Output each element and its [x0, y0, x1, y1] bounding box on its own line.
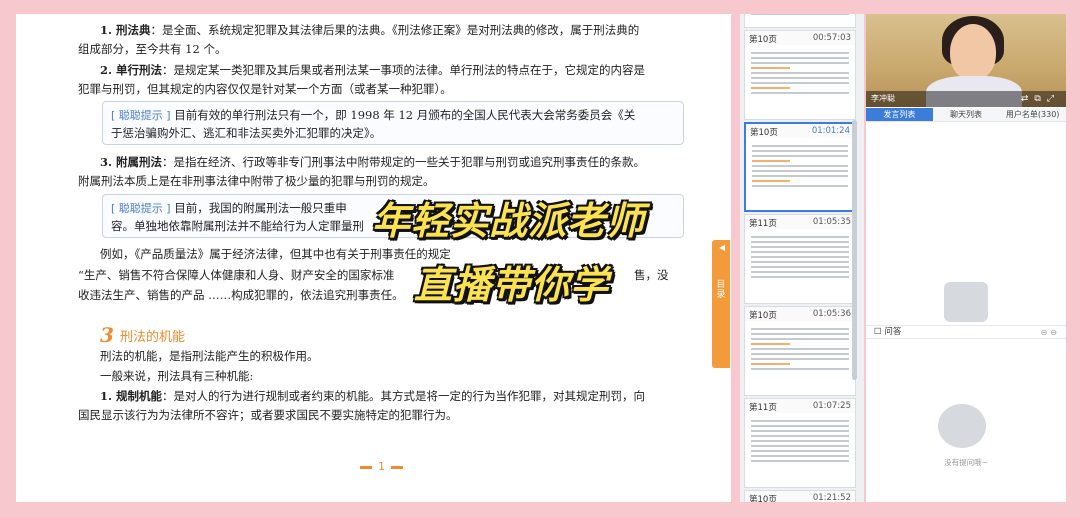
thumbnail-time: 00:57:03 — [812, 33, 851, 43]
empty-speakers-icon — [944, 282, 988, 322]
thumbnail-time: 01:01:24 — [811, 126, 850, 136]
popout-icon[interactable]: ⧉ — [1034, 94, 1046, 104]
thumbnail-page: 第10页 — [749, 495, 777, 502]
page-thumbnail-list[interactable]: 第10页 00:57:03 第10页 01:01:24 第11页 01:05:35 第… — [740, 14, 864, 502]
paragraph-subsidiary-law-cont: 附属刑法本质上是在非刑事法律中附带了极少量的犯罪与刑罚的规定。 — [78, 174, 435, 188]
qa-header: ☐ 问答 ⊖⊖ — [866, 325, 1066, 339]
video-controls[interactable]: ⇄⧉⤢ — [1021, 94, 1060, 104]
tip-tag: [ 聪聪提示 ] — [111, 202, 171, 215]
tip-2-cont: 容。单独地依靠附属刑法并不能给行为人定罪量刑 — [111, 219, 364, 233]
paragraph-separate-law: 2. 单行刑法：是规定某一类犯罪及其后果或者刑法某一事项的法律。单行刑法的特点在… — [100, 63, 646, 77]
paragraph-subsidiary-law: 3. 附属刑法：是指在经济、行政等非专门刑事法中附带规定的一些关于犯罪与刑罚或追… — [100, 155, 646, 169]
swap-icon[interactable]: ⇄ — [1021, 94, 1035, 104]
paragraph-regulating-function-cont: 国民显示该行为为法律所不容许；或者要求国民不要实施特定的犯罪行为。 — [78, 408, 458, 422]
paragraph-criminal-code: 1. 刑法典：是全面、系统规定犯罪及其法律后果的法典。《刑法修正案》是对刑法典的… — [100, 23, 640, 37]
thumbnail-item[interactable] — [744, 14, 856, 28]
panel-tabs: 发言列表 聊天列表 用户名单(330) — [866, 108, 1066, 122]
teacher-face — [950, 24, 996, 80]
tip-1-cont: 于惩治骗购外汇、逃汇和非法买卖外汇犯罪的决定》。 — [111, 126, 382, 140]
promo-overlay-line1: 年轻实战派老师 — [372, 199, 646, 243]
promo-overlay-line2: 直播带你学 — [414, 263, 610, 307]
example-line-1: 例如，《产品质量法》属于经济法律，但其中也有关于刑事责任的规定 — [100, 247, 451, 261]
example-line-3: 收违法生产、销售的产品 ……构成犯罪的，依法追究刑事责任。 — [78, 288, 404, 302]
tip-tag: [ 聪聪提示 ] — [111, 109, 171, 122]
document-page: 1. 刑法典：是全面、系统规定犯罪及其法律后果的法典。《刑法修正案》是对刑法典的… — [16, 14, 731, 502]
paragraph-separate-law-cont: 犯罪与刑罚，但其规定的内容仅仅是针对某一个方面（或者某一种犯罪）。 — [78, 82, 452, 96]
qa-icon: ☐ — [874, 327, 882, 337]
thumbnail-item[interactable]: 第11页 01:05:35 — [744, 214, 856, 304]
paragraph-criminal-code-cont: 组成部分，至今共有 12 个。 — [78, 42, 227, 56]
section-title: 刑法的机能 — [120, 330, 186, 345]
thumbnail-item[interactable]: 第10页 00:57:03 — [744, 30, 856, 120]
toc-side-tab-label: 目录 — [716, 280, 726, 300]
tip-box-1: [ 聪聪提示 ] 目前有效的单行刑法只有一个，即 1998 年 12 月颁布的全… — [102, 101, 684, 145]
chevron-left-icon: ◀ — [719, 243, 726, 252]
qa-title: 问答 — [884, 327, 902, 337]
qa-empty-text: 没有提问哦~ — [944, 458, 988, 467]
qa-window-controls[interactable]: ⊖⊖ — [1041, 327, 1060, 339]
tab-speaker-list[interactable]: 发言列表 — [866, 108, 933, 121]
thumbnail-time: 01:21:52 — [812, 493, 851, 502]
thumbnail-page: 第10页 — [749, 35, 777, 45]
thumbnail-item[interactable]: 第10页 01:05:36 — [744, 306, 856, 396]
thumbnail-page: 第11页 — [749, 403, 777, 413]
tip-1-line: [ 聪聪提示 ] 目前有效的单行刑法只有一个，即 1998 年 12 月颁布的全… — [111, 108, 636, 122]
video-control-bar: 李冲聪 ⇄⧉⤢ — [866, 91, 1066, 107]
thumbnail-item[interactable]: 第11页 01:07:25 — [744, 398, 856, 488]
minimize-icon[interactable]: ⊖ — [1041, 328, 1051, 337]
paragraph-regulating-function: 1. 规制机能：是对人的行为进行规制或者约束的机能。其方式是将一定的行为当作犯罪… — [100, 389, 646, 403]
tab-chat-list[interactable]: 聊天列表 — [933, 108, 1000, 121]
paragraph-function-def: 刑法的机能，是指刑法能产生的积极作用。 — [100, 349, 319, 363]
thumbnail-item-active[interactable]: 第10页 01:01:24 — [744, 122, 856, 212]
thumbnail-item[interactable]: 第10页 01:21:52 — [744, 490, 856, 502]
teacher-video: 李冲聪 ⇄⧉⤢ — [866, 14, 1066, 107]
teacher-name: 李冲聪 — [871, 94, 895, 103]
example-line-2: “生产、销售不符合保障人体健康和人身、财产安全的国家标准 — [78, 268, 395, 282]
empty-qa-icon — [938, 404, 986, 448]
restore-icon[interactable]: ⊖ — [1050, 328, 1060, 337]
paragraph-function-count: 一般来说，刑法具有三种机能: — [100, 369, 254, 383]
section-number: 3 — [100, 323, 114, 347]
page-number: 1 — [354, 460, 409, 473]
fullscreen-icon[interactable]: ⤢ — [1047, 94, 1060, 104]
toc-side-tab[interactable] — [712, 240, 730, 368]
thumbnail-page: 第11页 — [749, 219, 777, 229]
thumbnail-scrollbar[interactable] — [852, 120, 857, 380]
tab-user-list[interactable]: 用户名单(330) — [999, 108, 1066, 121]
thumbnail-time: 01:05:36 — [812, 309, 851, 319]
thumbnail-time: 01:07:25 — [812, 401, 851, 411]
tip-2-line: [ 聪聪提示 ] 目前，我国的附属刑法一般只重申 — [111, 201, 347, 215]
thumbnail-time: 01:05:35 — [812, 217, 851, 227]
live-side-panel: 李冲聪 ⇄⧉⤢ 发言列表 聊天列表 用户名单(330) ☐ 问答 ⊖⊖ 没有提问… — [866, 14, 1066, 502]
thumbnail-page: 第10页 — [749, 311, 777, 321]
example-line-1-end: 售，没 — [634, 268, 669, 282]
thumbnail-page: 第10页 — [750, 128, 778, 138]
